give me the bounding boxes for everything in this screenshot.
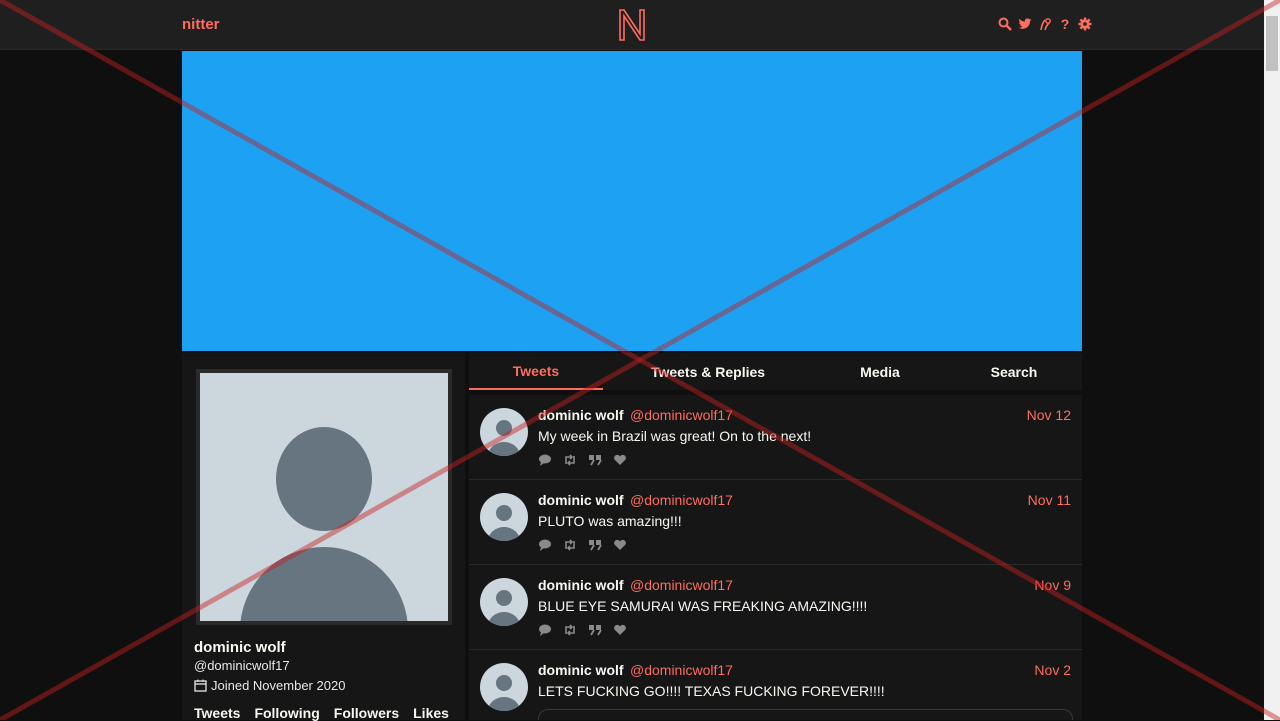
tweet-avatar[interactable] <box>480 663 528 711</box>
tweet-avatar[interactable] <box>480 408 528 456</box>
nav-icons: ? <box>998 16 1092 32</box>
retweet-icon[interactable] <box>563 623 577 637</box>
tweet-author-name[interactable]: dominic wolf <box>538 492 624 508</box>
reply-icon[interactable] <box>538 623 552 637</box>
timeline-tabs: Tweets Tweets & Replies Media Search <box>469 353 1082 390</box>
tweet-author-name[interactable]: dominic wolf <box>538 407 624 423</box>
tweet-text: My week in Brazil was great! On to the n… <box>538 428 812 444</box>
tweet-author-handle[interactable]: @dominicwolf17 <box>630 577 733 593</box>
tweet-author-name[interactable]: dominic wolf <box>538 577 624 593</box>
quote-icon[interactable] <box>588 623 602 637</box>
tweet-text: LETS FUCKING GO!!!! TEXAS FUCKING FOREVE… <box>538 683 885 699</box>
profile-card: dominic wolf @dominicwolf17 Joined Novem… <box>182 353 465 721</box>
tweet-actions <box>538 623 627 637</box>
stat-followers[interactable]: Followers <box>334 705 399 721</box>
tweet-author-handle[interactable]: @dominicwolf17 <box>630 662 733 678</box>
tweet-actions <box>538 538 627 552</box>
tweet-item[interactable]: dominic wolf @dominicwolf17 Nov 9 BLUE E… <box>469 565 1082 650</box>
tweet-text: BLUE EYE SAMURAI WAS FREAKING AMAZING!!!… <box>538 598 868 614</box>
twitter-icon[interactable] <box>1018 16 1032 32</box>
tweet-date[interactable]: Nov 11 <box>1028 492 1071 508</box>
quoted-tweet-card[interactable] <box>538 709 1073 720</box>
scrollbar-thumb[interactable] <box>1266 16 1278 71</box>
tweet-author-name[interactable]: dominic wolf <box>538 662 624 678</box>
stat-tweets[interactable]: Tweets <box>194 705 240 721</box>
quote-icon[interactable] <box>588 538 602 552</box>
calendar-icon <box>194 679 207 692</box>
top-navbar: nitter ? <box>0 0 1280 50</box>
default-avatar-icon <box>488 675 520 711</box>
settings-icon[interactable] <box>1078 16 1092 32</box>
tweet-avatar[interactable] <box>480 578 528 626</box>
tweet-date[interactable]: Nov 2 <box>1034 662 1071 678</box>
like-icon[interactable] <box>613 453 627 467</box>
tweet-date[interactable]: Nov 12 <box>1027 407 1071 423</box>
default-avatar-icon <box>488 420 520 456</box>
search-icon[interactable] <box>998 16 1012 32</box>
help-icon[interactable]: ? <box>1058 16 1072 32</box>
rss-icon[interactable] <box>1038 16 1052 32</box>
profile-banner[interactable] <box>182 51 1082 351</box>
tweet-item[interactable]: dominic wolf @dominicwolf17 Nov 12 My we… <box>469 395 1082 480</box>
tab-tweets[interactable]: Tweets <box>469 353 603 390</box>
timeline: dominic wolf @dominicwolf17 Nov 12 My we… <box>469 395 1082 720</box>
profile-stats: Tweets Following Followers Likes <box>194 705 449 721</box>
default-avatar-icon <box>488 590 520 626</box>
default-avatar-icon <box>488 505 520 541</box>
like-icon[interactable] <box>613 538 627 552</box>
page-scrollbar[interactable] <box>1264 0 1280 720</box>
retweet-icon[interactable] <box>563 538 577 552</box>
tweet-text: PLUTO was amazing!!! <box>538 513 682 529</box>
tweet-actions <box>538 453 627 467</box>
tweet-avatar[interactable] <box>480 493 528 541</box>
stat-likes[interactable]: Likes <box>413 705 449 721</box>
reply-icon[interactable] <box>538 538 552 552</box>
profile-joined: Joined November 2020 <box>194 678 345 693</box>
tweet-item[interactable]: dominic wolf @dominicwolf17 Nov 11 PLUTO… <box>469 480 1082 565</box>
tweet-date[interactable]: Nov 9 <box>1034 577 1071 593</box>
stat-following[interactable]: Following <box>254 705 319 721</box>
profile-name[interactable]: dominic wolf <box>194 639 286 656</box>
profile-handle[interactable]: @dominicwolf17 <box>194 658 290 673</box>
reply-icon[interactable] <box>538 453 552 467</box>
tab-tweets-replies[interactable]: Tweets & Replies <box>629 353 787 390</box>
tab-search[interactable]: Search <box>969 353 1059 390</box>
nitter-logo-icon[interactable] <box>617 8 647 42</box>
tweet-author-handle[interactable]: @dominicwolf17 <box>630 407 733 423</box>
profile-avatar[interactable] <box>196 369 452 625</box>
tab-media[interactable]: Media <box>839 353 921 390</box>
default-avatar-icon <box>200 373 448 621</box>
joined-date: Joined November 2020 <box>211 678 346 693</box>
retweet-icon[interactable] <box>563 453 577 467</box>
tweet-author-handle[interactable]: @dominicwolf17 <box>630 492 733 508</box>
like-icon[interactable] <box>613 623 627 637</box>
quote-icon[interactable] <box>588 453 602 467</box>
brand-link[interactable]: nitter <box>182 16 220 33</box>
